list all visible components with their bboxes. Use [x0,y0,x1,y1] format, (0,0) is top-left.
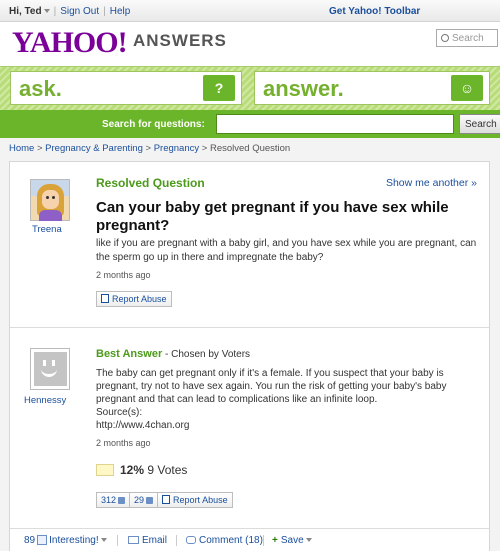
account-links: Hi, Ted | Sign Out | Help [9,6,131,17]
question-panel: Treena Resolved Question Show me another… [9,161,490,551]
sources-label: Source(s): [96,407,143,418]
rating-buttons: 312 29 Report Abuse [96,492,233,508]
asker-avatar[interactable] [30,179,70,221]
answer-body: The baby can get pregnant only if it's a… [96,368,447,405]
interesting-button[interactable]: 89 Interesting! [24,535,107,546]
interesting-count: 89 [24,535,36,546]
show-another-link[interactable]: Show me another » [386,177,477,189]
report-abuse-button[interactable]: Report Abuse [96,291,172,307]
help-link[interactable]: Help [110,6,131,17]
answer-sources: Source(s): http://www.4chan.org [96,406,189,432]
thumbs-down-icon [146,497,154,504]
resolved-question-heading: Resolved Question [96,176,205,190]
sign-out-link[interactable]: Sign Out [60,6,99,17]
source-link[interactable]: http://www.4chan.org [96,419,189,432]
flag-icon [101,294,109,303]
question-mark-icon[interactable]: ? [203,75,235,101]
vote-bar [96,464,114,476]
comment-button[interactable]: Comment (18) [186,535,263,546]
asker-name[interactable]: Treena [32,224,62,235]
answers-section-title[interactable]: ANSWERS [133,31,227,51]
question-section: Treena Resolved Question Show me another… [10,162,489,328]
ask-answer-band: ask. ? answer. ☺ [0,66,500,110]
answer-label: answer. [263,76,344,101]
question-search-button[interactable]: Search [459,114,500,134]
answer-timestamp: 2 months ago [96,438,151,448]
action-footer: 89 Interesting! Email Comment (18) + Save [10,528,489,551]
answerer-name[interactable]: Hennessy [24,395,66,406]
best-answer-heading: Best Answer - Chosen by Voters [96,348,251,360]
email-button[interactable]: Email [128,535,167,546]
breadcrumb: Home > Pregnancy & Parenting > Pregnancy… [9,143,291,154]
breadcrumb-pregnancy-parenting[interactable]: Pregnancy & Parenting [45,143,143,154]
envelope-icon [128,536,139,544]
vote-count: 9 Votes [147,463,188,477]
vote-summary: 12% 9 Votes [96,463,187,477]
question-search-bar: Search for questions: Search [0,110,500,138]
flag-icon [162,495,171,504]
vote-percent: 12% [120,463,145,477]
site-header: YAHOO! ANSWERS Search [0,22,500,66]
thumbs-up-icon [118,497,126,504]
answer-panel[interactable]: answer. ☺ [254,71,490,105]
save-button[interactable]: + Save [272,535,312,546]
yahoo-logo[interactable]: YAHOO! [12,26,128,60]
chevron-down-icon [305,538,312,543]
ask-label: ask. [19,76,62,101]
site-search-input[interactable]: Search [436,29,498,47]
chosen-by-text: - Chosen by Voters [162,349,251,360]
breadcrumb-home[interactable]: Home [9,143,34,154]
plus-icon: + [272,535,278,546]
chevron-down-icon [100,538,107,543]
star-icon [37,535,48,545]
question-details: like if you are pregnant with a baby gir… [96,238,477,263]
question-timestamp: 2 months ago [96,270,151,280]
greeting[interactable]: Hi, Ted [9,6,42,17]
search-placeholder: Search [452,33,484,44]
get-toolbar-link[interactable]: Get Yahoo! Toolbar [329,6,420,17]
smiley-icon[interactable]: ☺ [451,75,483,101]
top-utility-bar: Hi, Ted | Sign Out | Help Get Yahoo! Toolbar [0,0,500,22]
breadcrumb-current: Resolved Question [209,143,291,154]
chevron-down-icon[interactable] [43,9,50,14]
comment-icon [186,536,196,544]
thumbs-up-button[interactable]: 312 [96,492,131,508]
answer-report-abuse-button[interactable]: Report Abuse [157,492,233,508]
ask-panel[interactable]: ask. ? [10,71,242,105]
question-search-label: Search for questions: [102,119,205,130]
question-title: Can your baby get pregnant if you have s… [96,199,449,234]
breadcrumb-pregnancy[interactable]: Pregnancy [154,143,199,154]
search-icon [441,34,449,42]
question-search-input[interactable] [216,114,454,134]
thumbs-down-button[interactable]: 29 [129,492,159,508]
answerer-avatar[interactable] [30,348,70,390]
